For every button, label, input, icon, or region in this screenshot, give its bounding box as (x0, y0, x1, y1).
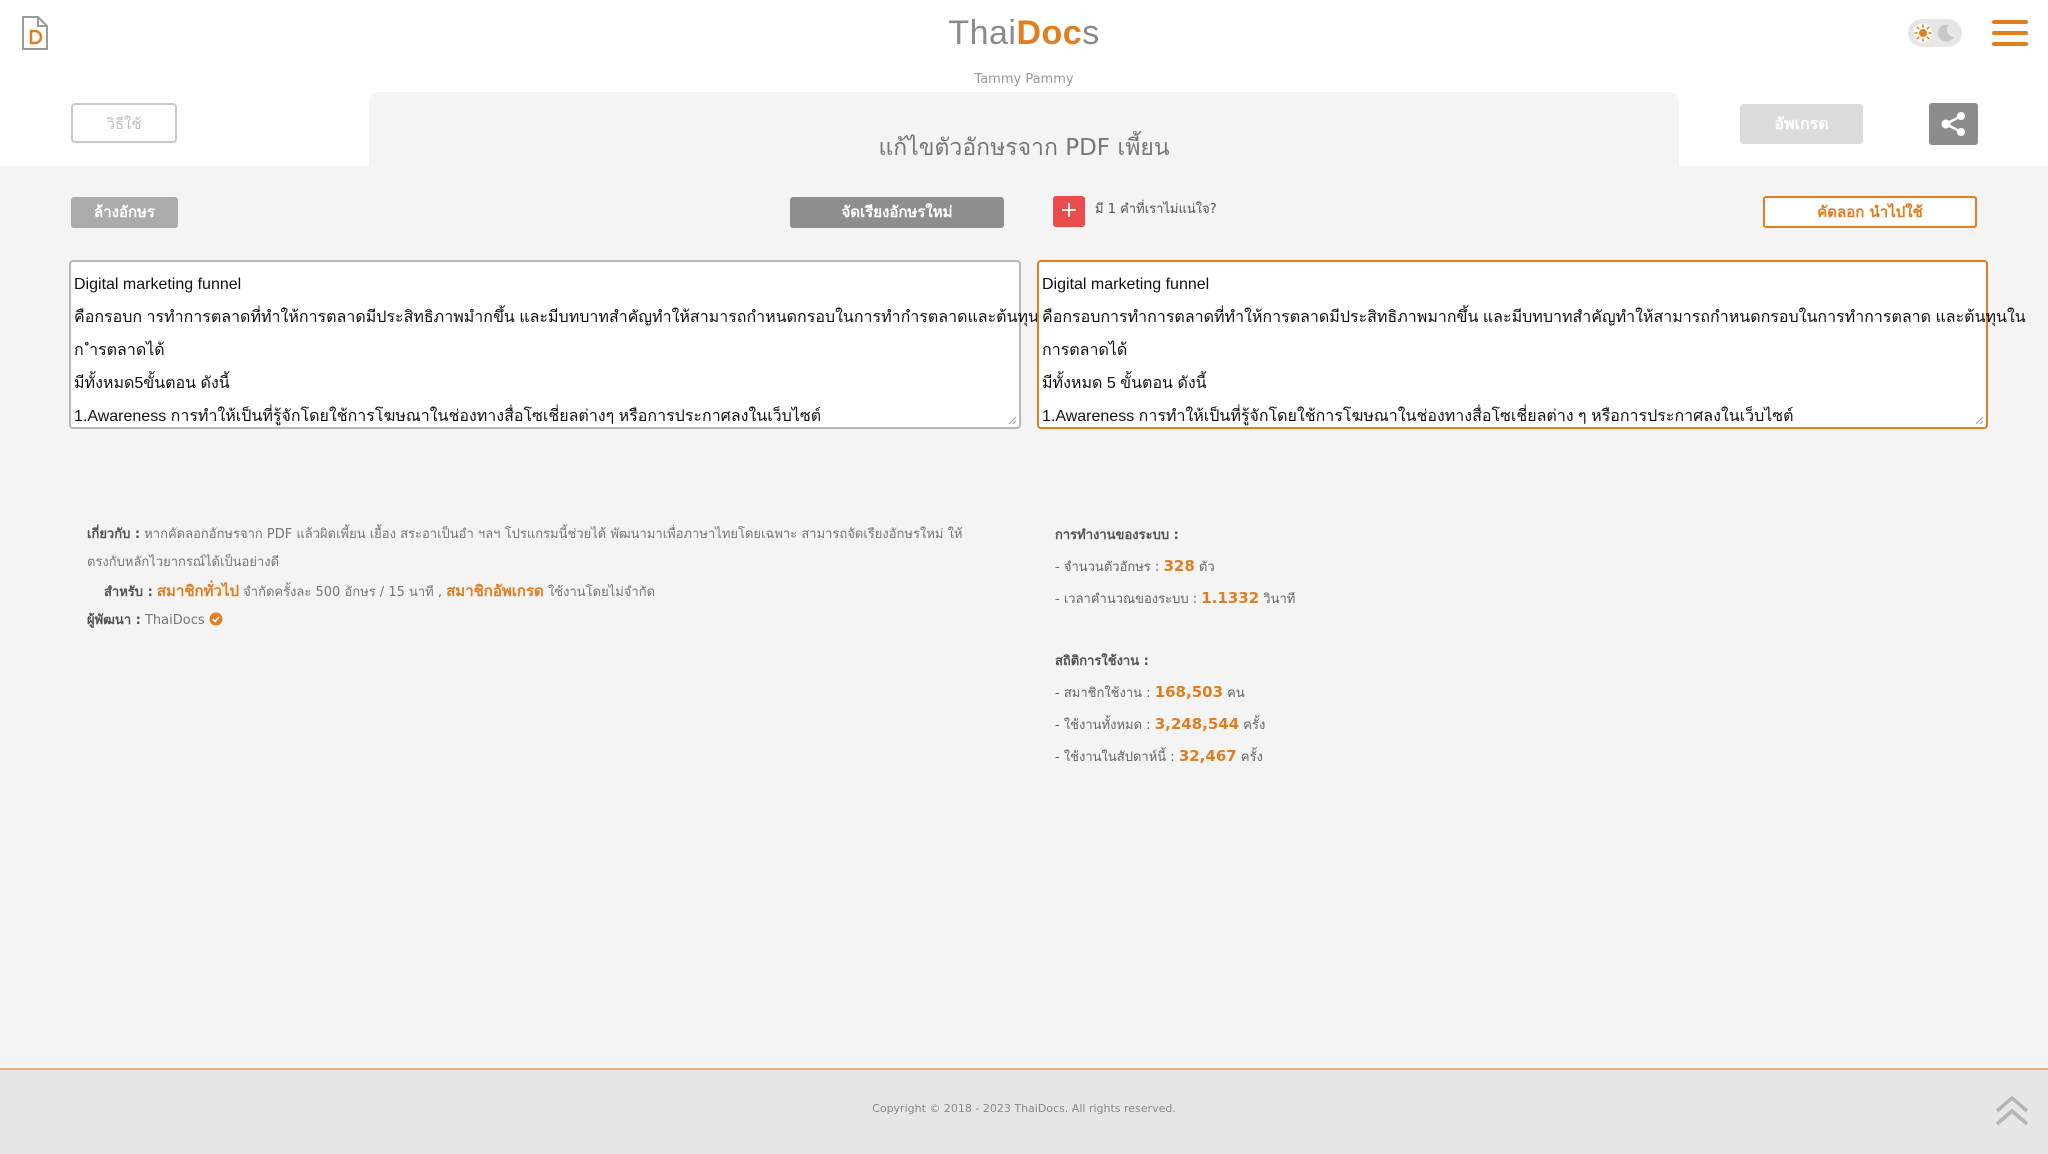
brand-logo[interactable]: ThaiDocs (0, 14, 2048, 53)
resize-grip-icon[interactable] (1007, 415, 1017, 425)
developer-label: ผู้พัฒนา : (87, 613, 141, 628)
about-text: หากคัดลอกอักษรจาก PDF แล้วผิดเพี้ยน เยื้… (144, 527, 963, 542)
usage-heading: สถิติการใช้งาน : (1055, 654, 1149, 669)
for-label: สำหรับ : (104, 585, 153, 600)
members-row: - สมาชิกใช้งาน : 168,503 คน (1055, 677, 1655, 709)
output-line: มีทั้งหมด 5 ขั้นตอน ดังนี้ (1042, 375, 1207, 392)
members-label: - สมาชิกใช้งาน : (1055, 686, 1151, 701)
brand-part-3: s (1082, 14, 1100, 52)
add-word-button[interactable]: + (1053, 196, 1085, 227)
scroll-top-chevron-icon[interactable] (1994, 1094, 2030, 1128)
header: ThaiDocs Tammy Pammy วิธีใช้ แก้ไขตัวอัก… (0, 0, 2048, 166)
char-count-value: 328 (1163, 557, 1195, 575)
total-usage-label: - ใช้งานทั้งหมด : (1055, 718, 1151, 733)
total-usage-row: - ใช้งานทั้งหมด : 3,248,544 ครั้ง (1055, 709, 1655, 741)
input-line: Digital marketing funnel (74, 276, 242, 293)
char-count-unit: ตัว (1198, 560, 1215, 575)
general-member-limit: จำกัดครั้งละ 500 อักษร / 15 นาที , (243, 585, 443, 600)
output-line: การตลาดได้ (1042, 342, 1128, 359)
output-line: Digital marketing funnel (1042, 276, 1210, 293)
input-line: ก ำรตลาดได้ (74, 342, 165, 359)
output-line: คือกรอบการทำการตลาดที่ทำให้การตลาดมีประส… (1042, 309, 2026, 326)
moon-icon (1937, 24, 1954, 42)
brand-part-1: Thai (948, 14, 1017, 52)
week-usage-label: - ใช้งานในสัปดาห์นี้ : (1055, 750, 1175, 765)
input-line: มีทั้งหมด5ขั้นตอน ดังนี้ (74, 375, 230, 392)
sun-icon (1913, 23, 1933, 43)
compute-time-unit: วินาที (1263, 592, 1296, 607)
share-button[interactable] (1929, 103, 1978, 145)
week-usage-unit: ครั้ง (1240, 750, 1263, 765)
copy-output-button[interactable]: คัดลอก นำไปใช้ (1763, 196, 1977, 228)
output-textarea[interactable]: Digital marketing funnel คือกรอบการทำการ… (1037, 260, 2026, 429)
share-icon (1941, 112, 1965, 136)
footer: Copyright © 2018 - 2023 ThaiDocs. All ri… (0, 1068, 2048, 1154)
compute-time-row: - เวลาคำนวณของระบบ : 1.1332 วินาที (1055, 583, 1655, 615)
about-label: เกี่ยวกับ : (87, 527, 141, 542)
stats-section: การทำงานของระบบ : - จำนวนตัวอักษร : 328 … (1055, 521, 1655, 773)
upgrade-member-limit: ใช้งานโดยไม่จำกัด (547, 585, 656, 600)
theme-toggle[interactable] (1908, 19, 1962, 47)
total-usage-value: 3,248,544 (1154, 715, 1240, 733)
members-value: 168,503 (1154, 683, 1224, 701)
about-section: เกี่ยวกับ : หากคัดลอกอักษรจาก PDF แล้วผิ… (87, 521, 967, 635)
members-unit: คน (1227, 686, 1245, 701)
clear-text-button[interactable]: ล้างอักษร (71, 197, 178, 228)
copyright-text: Copyright © 2018 - 2023 ThaiDocs. All ri… (872, 1102, 1176, 1115)
upgrade-button[interactable]: อัพเกรด (1740, 104, 1863, 144)
input-textarea[interactable]: Digital marketing funnel คือกรอบก ารทำกา… (69, 260, 1058, 429)
char-count-row: - จำนวนตัวอักษร : 328 ตัว (1055, 551, 1655, 583)
general-member-link[interactable]: สมาชิกทั่วไป (157, 582, 239, 600)
input-line: คือกรอบก ารทำการตลาดที่ทำให้การตลาดมีประ… (74, 309, 1058, 326)
system-heading: การทำงานของระบบ : (1055, 528, 1179, 543)
about-text-continued: ตรงกับหลักไวยากรณ์ได้เป็นอย่างดี (87, 555, 280, 570)
author-name: Tammy Pammy (974, 72, 1074, 87)
hamburger-menu-icon[interactable] (1992, 20, 2028, 47)
week-usage-value: 32,467 (1178, 747, 1237, 765)
upgrade-member-link[interactable]: สมาชิกอัพเกรด (446, 582, 544, 600)
total-usage-unit: ครั้ง (1243, 718, 1266, 733)
compute-time-label: - เวลาคำนวณของระบบ : (1055, 592, 1198, 607)
compute-time-value: 1.1332 (1201, 589, 1260, 607)
verified-check-icon (209, 612, 223, 626)
char-count-label: - จำนวนตัวอักษร : (1055, 560, 1160, 575)
rearrange-text-button[interactable]: จัดเรียงอักษรใหม่ (790, 197, 1004, 228)
input-line: 1.Awareness การทำให้เป็นที่รู้จักโดยใช้ก… (74, 408, 822, 425)
developer-name: ThaiDocs (144, 613, 205, 628)
resize-grip-icon[interactable] (1974, 415, 1984, 425)
brand-part-2: Doc (1016, 14, 1083, 52)
week-usage-row: - ใช้งานในสัปดาห์นี้ : 32,467 ครั้ง (1055, 741, 1655, 773)
output-line: 1.Awareness การทำให้เป็นที่รู้จักโดยใช้ก… (1042, 408, 1794, 425)
uncertain-words-note[interactable]: มี 1 คำที่เราไม่แน่ใจ? (1095, 198, 1217, 219)
